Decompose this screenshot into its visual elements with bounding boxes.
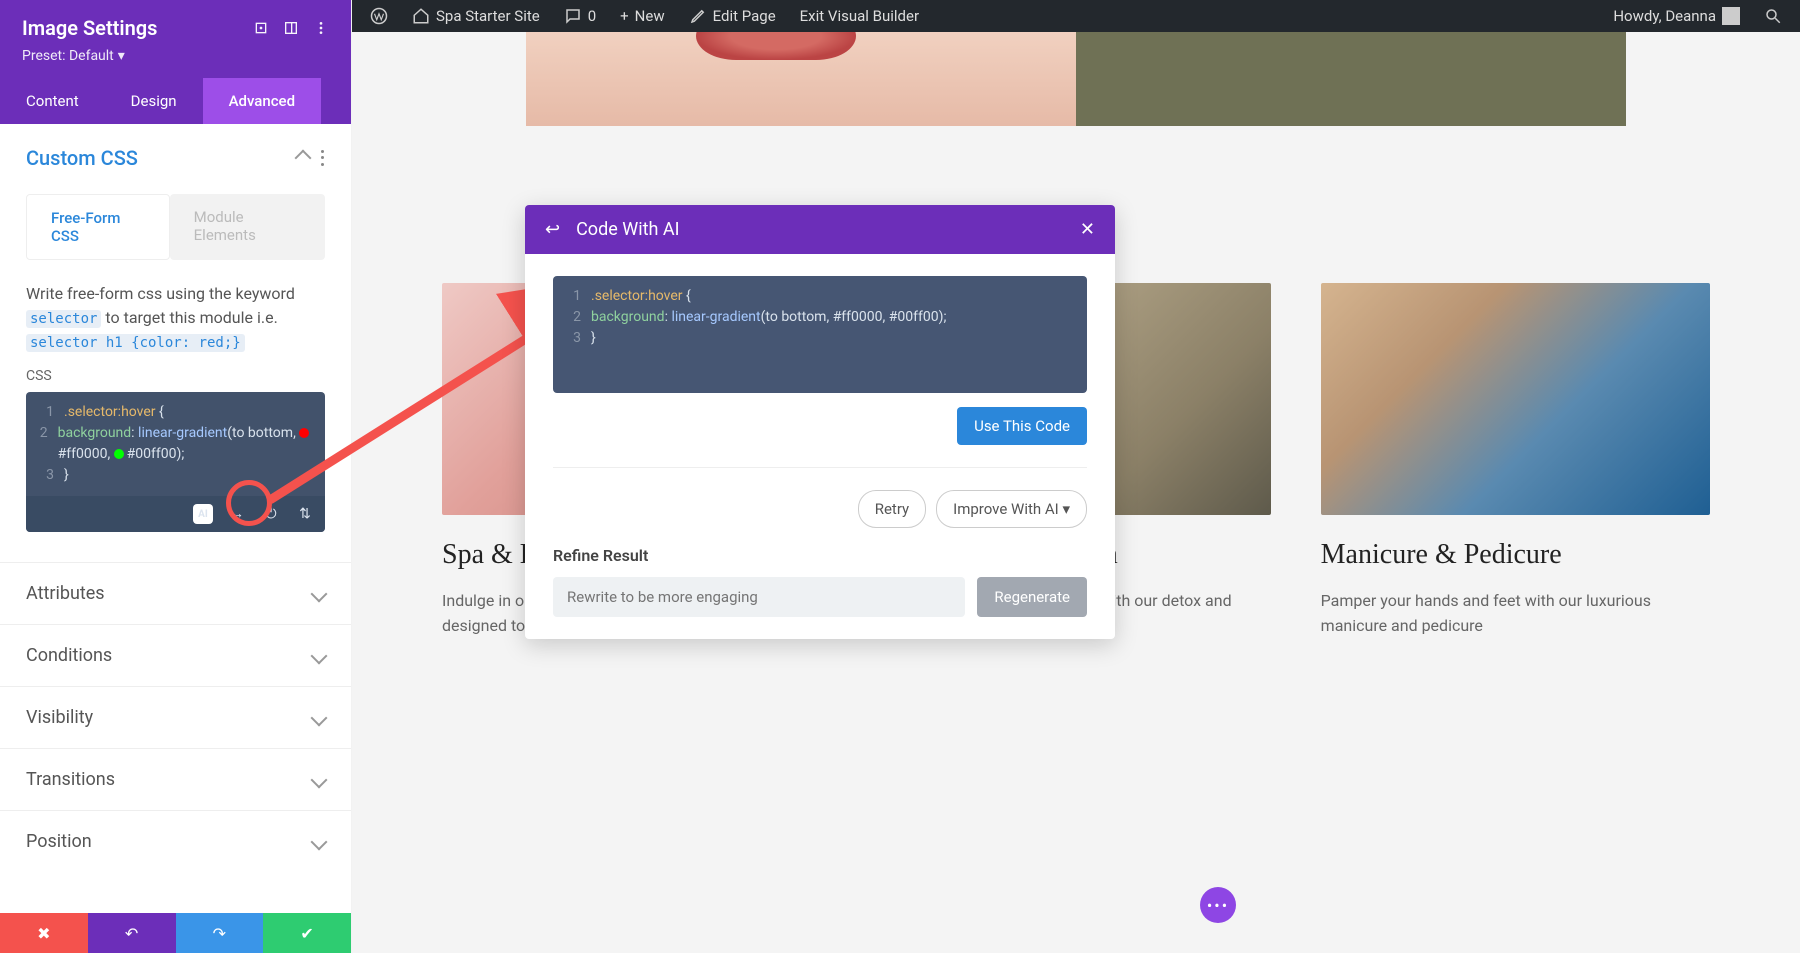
service-card: Manicure & Pedicure Pamper your hands an… <box>1321 283 1710 639</box>
service-title: Manicure & Pedicure <box>1321 539 1710 571</box>
improve-with-ai-button[interactable]: Improve With AI ▾ <box>936 490 1087 528</box>
accordion-conditions[interactable]: Conditions <box>0 624 351 686</box>
plus-icon: + <box>620 7 629 25</box>
subtab-freeform[interactable]: Free-Form CSS <box>26 194 170 260</box>
pencil-icon <box>689 7 707 25</box>
comments-link[interactable]: 0 <box>556 7 604 25</box>
builder-fab[interactable]: ••• <box>1200 887 1236 923</box>
sidebar-footer: ✖ ↶ ↷ ✔ <box>0 913 351 953</box>
save-button[interactable]: ✔ <box>263 913 351 953</box>
wp-admin-bar: Spa Starter Site 0 +New Edit Page Exit V… <box>352 0 1800 32</box>
settings-sidebar: Image Settings Preset: Default ▾ Content… <box>0 0 352 953</box>
chevron-up-icon[interactable] <box>295 150 312 167</box>
tab-content[interactable]: Content <box>0 78 105 124</box>
undo-button[interactable]: ↶ <box>88 913 176 953</box>
panel-icon[interactable] <box>283 20 299 36</box>
home-icon <box>412 7 430 25</box>
sort-icon[interactable]: ⇅ <box>295 504 315 524</box>
help-text: Write free-form css using the keyword se… <box>26 282 325 354</box>
sidebar-body: Custom CSS Free-Form CSS Module Elements… <box>0 124 351 913</box>
close-icon[interactable]: ✕ <box>1080 219 1095 240</box>
chevron-down-icon: ▾ <box>118 48 125 64</box>
css-editor[interactable]: 1.selector:hover { 2 background: linear-… <box>26 392 325 532</box>
kebab-icon[interactable] <box>321 150 325 166</box>
chevron-down-icon <box>311 771 328 788</box>
chevron-down-icon <box>311 585 328 602</box>
editor-toolbar: AI ↔ ⏻ ⇅ <box>26 496 325 532</box>
exit-builder-link[interactable]: Exit Visual Builder <box>792 7 927 25</box>
service-body: Pamper your hands and feet with our luxu… <box>1321 589 1710 639</box>
wp-logo-icon[interactable] <box>362 7 396 25</box>
refine-input[interactable] <box>553 577 965 617</box>
accordion-attributes[interactable]: Attributes <box>0 562 351 624</box>
tab-design[interactable]: Design <box>105 78 203 124</box>
chevron-down-icon <box>311 833 328 850</box>
use-code-button[interactable]: Use This Code <box>957 407 1087 445</box>
service-image[interactable] <box>1321 283 1710 515</box>
sidebar-tabs: Content Design Advanced <box>0 78 351 124</box>
expand-icon[interactable]: ↔ <box>227 504 247 524</box>
section-custom-css[interactable]: Custom CSS <box>26 146 138 170</box>
chevron-down-icon: ▾ <box>1062 500 1070 518</box>
more-icon: ••• <box>1207 896 1229 915</box>
sidebar-title: Image Settings <box>22 16 253 40</box>
refine-label: Refine Result <box>553 546 1087 565</box>
new-link[interactable]: +New <box>612 7 672 25</box>
comment-icon <box>564 7 582 25</box>
accordion-position[interactable]: Position <box>0 810 351 872</box>
ai-button[interactable]: AI <box>193 504 213 524</box>
ai-modal: ↩ Code With AI ✕ 1.selector:hover { 2 ba… <box>525 205 1115 639</box>
power-icon[interactable]: ⏻ <box>261 504 281 524</box>
cancel-button[interactable]: ✖ <box>0 913 88 953</box>
modal-header[interactable]: ↩ Code With AI ✕ <box>525 205 1115 254</box>
preset-selector[interactable]: Preset: Default ▾ <box>22 48 253 64</box>
kebab-icon[interactable] <box>313 20 329 36</box>
regenerate-button[interactable]: Regenerate <box>977 577 1087 617</box>
search-icon[interactable] <box>1756 7 1790 25</box>
user-greeting[interactable]: Howdy, Deanna <box>1605 7 1748 25</box>
modal-title: Code With AI <box>576 219 679 240</box>
hero-side-panel <box>1076 32 1626 126</box>
subtab-module-elements[interactable]: Module Elements <box>170 194 325 260</box>
retry-button[interactable]: Retry <box>858 490 926 528</box>
sidebar-header: Image Settings Preset: Default ▾ <box>0 0 351 78</box>
redo-button[interactable]: ↷ <box>176 913 264 953</box>
hero-image[interactable] <box>526 32 1076 126</box>
back-icon[interactable]: ↩ <box>545 219 560 240</box>
css-field-label: CSS <box>26 368 325 384</box>
target-icon[interactable] <box>253 20 269 36</box>
avatar <box>1722 7 1740 25</box>
tab-advanced[interactable]: Advanced <box>203 78 321 124</box>
accordion-visibility[interactable]: Visibility <box>0 686 351 748</box>
chevron-down-icon <box>311 709 328 726</box>
accordion-transitions[interactable]: Transitions <box>0 748 351 810</box>
site-link[interactable]: Spa Starter Site <box>404 7 548 25</box>
edit-page-link[interactable]: Edit Page <box>681 7 784 25</box>
ai-code-preview: 1.selector:hover { 2 background: linear-… <box>553 276 1087 393</box>
chevron-down-icon <box>311 647 328 664</box>
